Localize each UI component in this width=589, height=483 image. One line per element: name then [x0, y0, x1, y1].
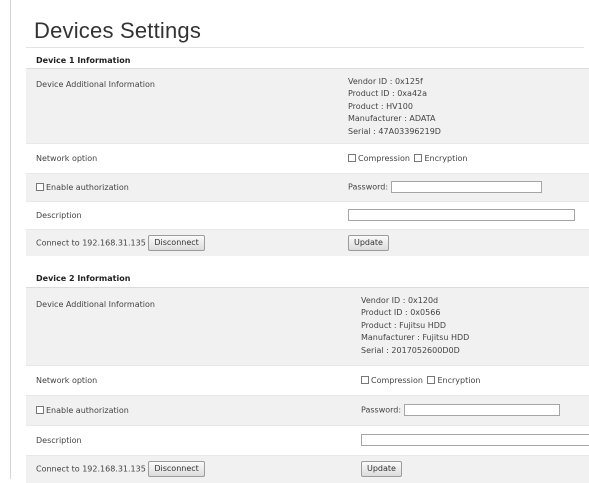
- compression-checkbox[interactable]: [348, 153, 356, 162]
- manufacturer: Manufacturer : ADATA: [348, 114, 436, 123]
- vendor-id: Vendor ID : 0x125f: [348, 76, 423, 86]
- encryption-label: Encryption: [437, 375, 481, 385]
- encryption-checkbox[interactable]: [414, 153, 423, 162]
- product-name: Product : HV100: [348, 101, 413, 111]
- compression-label: Compression: [371, 375, 423, 385]
- update-button[interactable]: Update: [348, 234, 389, 251]
- password-input[interactable]: [390, 181, 542, 193]
- device-2-additional-label: Device Additional Information: [26, 286, 351, 365]
- connection-status: Connect to 192.168.31.135: [36, 464, 146, 474]
- encryption-checkbox[interactable]: [427, 375, 436, 384]
- device-2-table: Device 2 Information Device Additional I…: [26, 271, 589, 483]
- connection-status: Connect to 192.168.31.135: [36, 238, 146, 248]
- product-id: Product ID : 0x0566: [361, 308, 441, 317]
- device-2-header: Device 2 Information: [26, 271, 589, 288]
- description-input[interactable]: [348, 209, 575, 221]
- product-id: Product ID : 0xa42a: [348, 89, 428, 98]
- password-input[interactable]: [403, 404, 560, 416]
- update-button[interactable]: Update: [361, 461, 402, 478]
- enable-authorization-label: Enable authorization: [46, 405, 129, 415]
- page-title: Devices Settings: [34, 18, 202, 43]
- vendor-id: Vendor ID : 0x120d: [361, 295, 439, 305]
- compression-checkbox[interactable]: [361, 375, 369, 384]
- network-option-label: Network option: [26, 364, 351, 395]
- network-option-label: Network option: [26, 142, 338, 173]
- description-label: Description: [26, 200, 338, 229]
- device-1-info: Vendor ID : 0x125f Product ID : 0xa42a P…: [348, 76, 589, 139]
- password-label: Password:: [348, 182, 389, 192]
- description-label: Description: [26, 424, 351, 455]
- title-divider: [26, 47, 584, 48]
- enable-authorization-checkbox[interactable]: [36, 182, 44, 191]
- device-1-additional-label: Device Additional Information: [26, 67, 338, 143]
- manufacturer: Manufacturer : Fujitsu HDD: [361, 333, 470, 342]
- encryption-label: Encryption: [424, 153, 468, 163]
- serial-number: Serial : 47A03396219D: [348, 126, 441, 136]
- enable-authorization-label: Enable authorization: [46, 182, 129, 192]
- description-input[interactable]: [361, 434, 589, 446]
- device-1-header: Device 1 Information: [26, 53, 589, 69]
- enable-authorization-checkbox[interactable]: [36, 405, 44, 414]
- disconnect-button[interactable]: Disconnect: [148, 461, 205, 478]
- compression-label: Compression: [358, 153, 410, 163]
- password-label: Password:: [361, 405, 402, 415]
- left-border: [10, 0, 11, 479]
- serial-number: Serial : 2017052600D0D: [361, 345, 460, 355]
- product-name: Product : Fujitsu HDD: [361, 320, 447, 330]
- device-1-table: Device 1 Information Device Additional I…: [26, 53, 589, 256]
- disconnect-button[interactable]: Disconnect: [148, 234, 205, 251]
- device-2-info: Vendor ID : 0x120d Product ID : 0x0566 P…: [361, 295, 589, 358]
